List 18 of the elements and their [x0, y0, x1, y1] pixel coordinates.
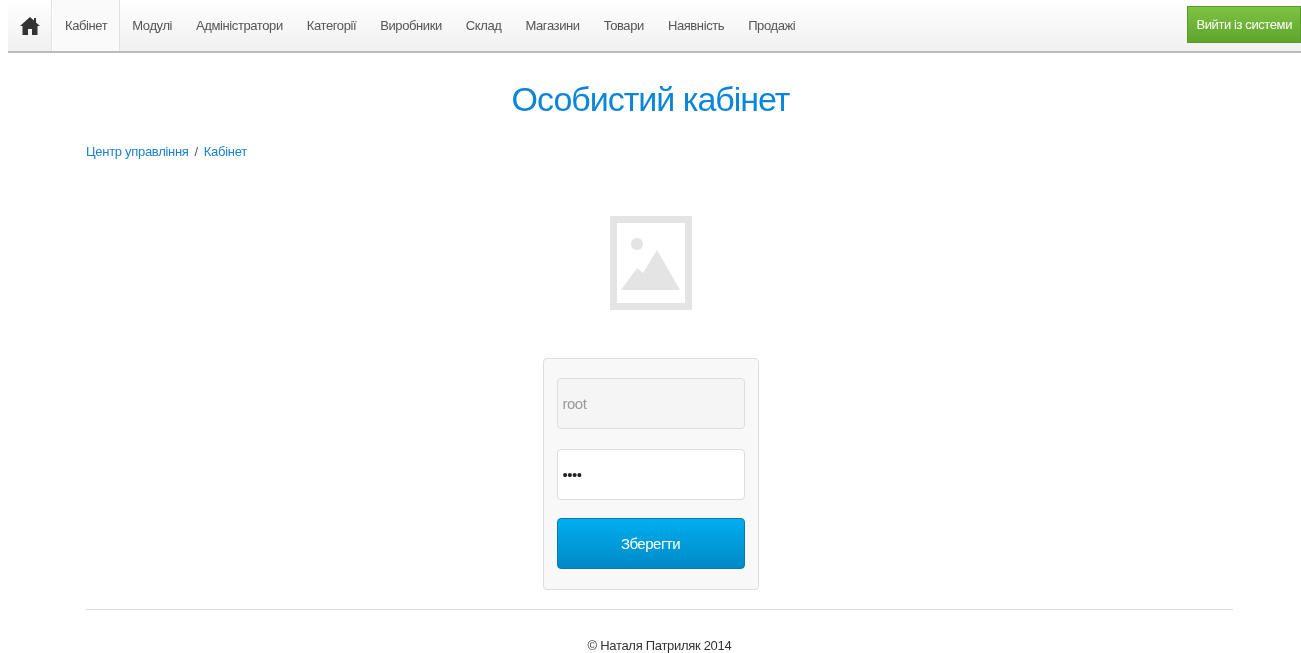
footer-copyright: © Наталя Патриляк 2014 [587, 638, 732, 653]
nav-tab[interactable]: Адміністратори [184, 0, 295, 51]
nav-tab[interactable]: Модулі [120, 0, 185, 51]
nav-tab[interactable]: Продажі [736, 0, 808, 51]
password-field[interactable]: •••• [556, 449, 745, 501]
page-title: Особистий кабінет [510, 79, 791, 120]
nav-tab[interactable]: Кабінет [52, 0, 121, 51]
nav-tab[interactable]: Наявність [655, 0, 737, 51]
nav-tab[interactable]: Склад [453, 0, 514, 51]
home-icon [18, 15, 41, 36]
nav-tab[interactable]: Магазини [513, 0, 592, 51]
nav-tab[interactable]: Виробники [368, 0, 454, 51]
nav-tab[interactable]: Категорії [294, 0, 369, 51]
nav-tab[interactable]: Товари [591, 0, 656, 51]
breadcrumb-link[interactable]: Кабінет [203, 143, 247, 159]
breadcrumb-link[interactable]: Центр управління [86, 143, 189, 159]
image-placeholder-icon [609, 216, 692, 311]
breadcrumb-separator: / [194, 143, 198, 159]
